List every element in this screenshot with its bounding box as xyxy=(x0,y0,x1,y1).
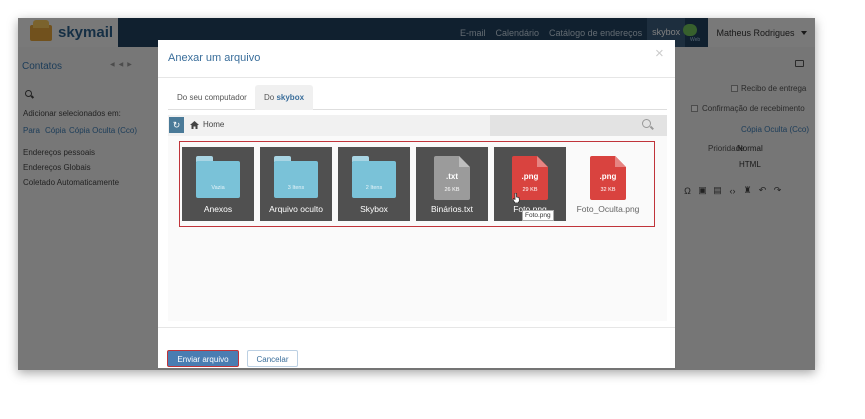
folder-count: 3 Itens xyxy=(287,185,305,191)
file-ext: .png xyxy=(521,172,539,181)
file-ext: .txt xyxy=(446,172,458,181)
folder-icon: 3 Itens xyxy=(274,156,318,198)
file-size: 32 KB xyxy=(600,187,616,193)
tab-skybox-label: skybox xyxy=(276,93,305,102)
refresh-button[interactable]: ↻ xyxy=(169,117,184,133)
file-name: Anexos xyxy=(203,204,233,214)
file-grid: Vazia Anexos 3 Itens Arquivo oculto 2 It… xyxy=(179,141,655,227)
attach-file-dialog: Anexar um arquivo × Do seu computador Do… xyxy=(158,40,675,368)
file-name: Arquivo oculto xyxy=(269,204,323,214)
tab-computer[interactable]: Do seu computador xyxy=(168,85,256,110)
home-icon xyxy=(190,121,199,129)
path-bar: ↻ Home xyxy=(168,115,667,136)
file-name: Binários.txt xyxy=(430,204,474,214)
file-size: 26 KB xyxy=(444,187,460,193)
dialog-title: Anexar um arquivo xyxy=(168,52,261,64)
file-search-input[interactable] xyxy=(490,115,667,136)
txt-file-icon: .txt 26 KB xyxy=(434,156,470,200)
file-tile-arquivo-oculto[interactable]: 3 Itens Arquivo oculto xyxy=(260,147,332,221)
file-ext: .png xyxy=(599,172,617,181)
app-window: skymail E-mail Calendário Catálogo de en… xyxy=(18,18,815,370)
folder-count: Vazia xyxy=(211,185,225,191)
tab-skybox[interactable]: Do skybox xyxy=(255,85,314,110)
send-file-button[interactable]: Enviar arquivo xyxy=(167,350,239,367)
file-tile-binarios-txt[interactable]: .txt 26 KB Binários.txt xyxy=(416,147,488,221)
source-tabs: Do seu computador Do skybox xyxy=(168,85,667,110)
hand-cursor-icon xyxy=(513,193,520,203)
cancel-button[interactable]: Cancelar xyxy=(247,350,298,367)
file-name: Foto_Oculta.png xyxy=(576,204,640,214)
file-browser: ↻ Home Vazia Anexos 3 Itens Arquivo ocul… xyxy=(168,115,667,321)
divider xyxy=(158,77,675,78)
file-tooltip: Foto.png xyxy=(522,210,554,221)
png-file-icon: .png 32 KB xyxy=(590,156,626,200)
folder-icon: Vazia xyxy=(196,156,240,198)
file-tile-skybox[interactable]: 2 Itens Skybox xyxy=(338,147,410,221)
folder-icon: 2 Itens xyxy=(352,156,396,198)
file-tile-anexos[interactable]: Vazia Anexos xyxy=(182,147,254,221)
divider xyxy=(158,327,675,328)
file-name: Skybox xyxy=(360,204,388,214)
close-icon[interactable]: × xyxy=(655,45,664,62)
folder-count: 2 Itens xyxy=(365,185,383,191)
tab-skybox-prefix: Do xyxy=(264,93,277,102)
file-tile-foto-oculta-png[interactable]: .png 32 KB Foto_Oculta.png xyxy=(572,147,644,221)
search-icon[interactable] xyxy=(642,119,651,128)
breadcrumb-home[interactable]: Home xyxy=(203,120,224,129)
